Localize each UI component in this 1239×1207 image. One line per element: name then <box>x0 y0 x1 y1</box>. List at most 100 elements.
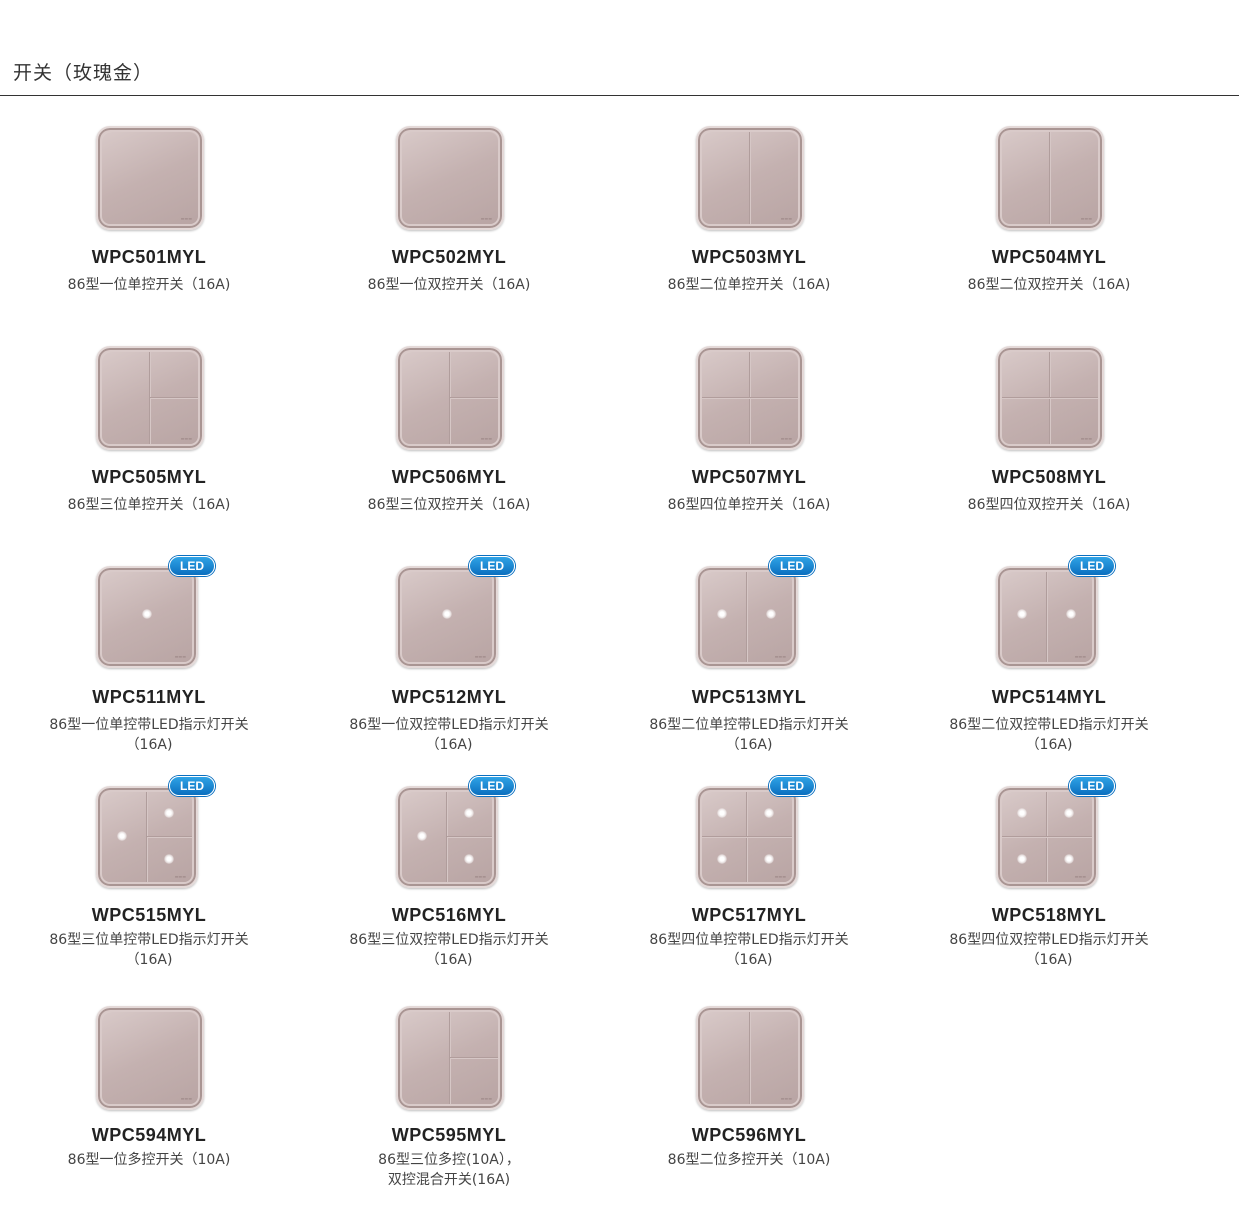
product-model[interactable]: WPC501MYL <box>19 247 279 268</box>
product-description-line2: （16A) <box>125 737 173 753</box>
switch-plate-image[interactable]: ▬▬▬ <box>96 346 204 450</box>
switch-plate-image[interactable]: ▬▬▬ <box>696 346 804 450</box>
product-description-line2: （16A) <box>425 952 473 968</box>
product-model[interactable]: WPC503MYL <box>619 247 879 268</box>
brand-mark: ▬▬▬ <box>180 436 192 441</box>
indicator-light <box>716 853 727 864</box>
indicator-light <box>442 609 452 620</box>
product-model[interactable]: WPC513MYL <box>619 687 879 708</box>
product-description: 86型二位双控带LED指示灯开关 <box>949 717 1149 733</box>
product-model[interactable]: WPC502MYL <box>319 247 579 268</box>
switch-plate-image[interactable]: ▬▬▬ <box>396 346 504 450</box>
switch-plate-image[interactable]: ▬▬▬ <box>996 346 1104 450</box>
product-description: 86型三位双控开关（16A) <box>367 497 531 513</box>
brand-mark: ▬▬▬ <box>474 874 486 879</box>
rocker-divider <box>150 397 198 399</box>
product-model[interactable]: WPC594MYL <box>19 1125 279 1146</box>
led-badge: LED <box>1069 556 1115 576</box>
brand-mark: ▬▬▬ <box>780 436 792 441</box>
indicator-light <box>1063 853 1074 864</box>
product-description-line2: （16A) <box>125 952 173 968</box>
product-model[interactable]: WPC504MYL <box>919 247 1179 268</box>
brand-mark: ▬▬▬ <box>780 216 792 221</box>
product-card[interactable]: ▬▬▬ WPC595MYL 86型三位多控(10A）， 双控混合开关(16A) <box>319 0 579 1188</box>
switch-plate-image[interactable]: ▬▬▬ <box>396 126 504 230</box>
product-description: 86型一位双控开关（16A) <box>367 277 531 293</box>
switch-plate-image[interactable]: ▬▬▬ <box>696 1006 804 1110</box>
rocker-divider <box>450 397 498 399</box>
product-model[interactable]: WPC514MYL <box>919 687 1179 708</box>
switch-plate-image[interactable]: ▬▬▬ <box>96 566 198 668</box>
switch-plate-image[interactable]: ▬▬▬ <box>696 126 804 230</box>
product-description: 86型三位多控(10A）， <box>378 1152 520 1168</box>
brand-mark: ▬▬▬ <box>774 654 786 659</box>
product-description: 86型二位多控开关（10A) <box>667 1152 831 1168</box>
led-badge: LED <box>769 556 815 576</box>
brand-mark: ▬▬▬ <box>480 1096 492 1101</box>
rocker-divider <box>749 132 751 224</box>
rocker-divider <box>147 836 192 838</box>
switch-plate-image[interactable]: ▬▬▬ <box>96 1006 204 1110</box>
product-model[interactable]: WPC508MYL <box>919 467 1179 488</box>
rocker-divider <box>450 1057 498 1059</box>
product-model[interactable]: WPC516MYL <box>319 905 579 926</box>
product-description: 86型一位单控带LED指示灯开关 <box>49 717 249 733</box>
indicator-light <box>1065 609 1076 620</box>
indicator-light <box>763 807 774 818</box>
switch-face <box>402 132 498 224</box>
switch-plate-image[interactable]: ▬▬▬ <box>96 786 198 888</box>
product-model[interactable]: WPC511MYL <box>19 687 279 708</box>
product-card[interactable]: ▬▬▬ LED WPC518MYL 86型四位双控带LED指示灯开关 （16A) <box>919 0 1179 968</box>
switch-plate-image[interactable]: ▬▬▬ <box>96 126 204 230</box>
indicator-light <box>116 831 127 842</box>
indicator-light <box>142 609 152 620</box>
product-description-line2: （16A) <box>425 737 473 753</box>
led-badge: LED <box>169 776 215 796</box>
product-description: 86型四位双控带LED指示灯开关 <box>949 932 1149 948</box>
product-description: 86型一位双控带LED指示灯开关 <box>349 717 549 733</box>
switch-plate-image[interactable]: ▬▬▬ <box>996 786 1098 888</box>
indicator-light <box>163 853 174 864</box>
switch-plate-image[interactable]: ▬▬▬ <box>996 126 1104 230</box>
brand-mark: ▬▬▬ <box>774 874 786 879</box>
switch-plate-image[interactable]: ▬▬▬ <box>996 566 1098 668</box>
switch-plate-image[interactable]: ▬▬▬ <box>396 1006 504 1110</box>
led-badge: LED <box>769 776 815 796</box>
product-model[interactable]: WPC515MYL <box>19 905 279 926</box>
product-model[interactable]: WPC517MYL <box>619 905 879 926</box>
product-model[interactable]: WPC512MYL <box>319 687 579 708</box>
product-model[interactable]: WPC518MYL <box>919 905 1179 926</box>
product-description-line2: （16A) <box>725 737 773 753</box>
indicator-light <box>416 831 427 842</box>
product-description-line2: （16A) <box>1025 737 1073 753</box>
switch-plate-image[interactable]: ▬▬▬ <box>696 786 798 888</box>
indicator-light <box>763 853 774 864</box>
section-title: 开关（玫瑰金） <box>13 62 154 84</box>
brand-mark: ▬▬▬ <box>1080 436 1092 441</box>
product-model[interactable]: WPC596MYL <box>619 1125 879 1146</box>
brand-mark: ▬▬▬ <box>480 436 492 441</box>
indicator-light <box>1063 807 1074 818</box>
indicator-light <box>163 807 174 818</box>
led-badge: LED <box>1069 776 1115 796</box>
rocker-divider <box>1049 132 1051 224</box>
product-model[interactable]: WPC506MYL <box>319 467 579 488</box>
product-model[interactable]: WPC595MYL <box>319 1125 579 1146</box>
product-description-line2: 双控混合开关(16A) <box>387 1172 511 1188</box>
switch-plate-image[interactable]: ▬▬▬ <box>396 786 498 888</box>
brand-mark: ▬▬▬ <box>180 1096 192 1101</box>
product-description: 86型二位单控开关（16A) <box>667 277 831 293</box>
product-model[interactable]: WPC505MYL <box>19 467 279 488</box>
indicator-light <box>716 609 727 620</box>
switch-plate-image[interactable]: ▬▬▬ <box>696 566 798 668</box>
indicator-light <box>716 807 727 818</box>
product-card[interactable]: ▬▬▬ WPC594MYL 86型一位多控开关（10A) <box>19 0 279 1168</box>
led-badge: LED <box>469 556 515 576</box>
indicator-light <box>1016 853 1027 864</box>
indicator-light <box>463 853 474 864</box>
switch-plate-image[interactable]: ▬▬▬ <box>396 566 498 668</box>
product-card[interactable]: ▬▬▬ WPC596MYL 86型二位多控开关（10A) <box>619 0 879 1168</box>
product-model[interactable]: WPC507MYL <box>619 467 879 488</box>
led-badge: LED <box>169 556 215 576</box>
product-description: 86型三位双控带LED指示灯开关 <box>349 932 549 948</box>
